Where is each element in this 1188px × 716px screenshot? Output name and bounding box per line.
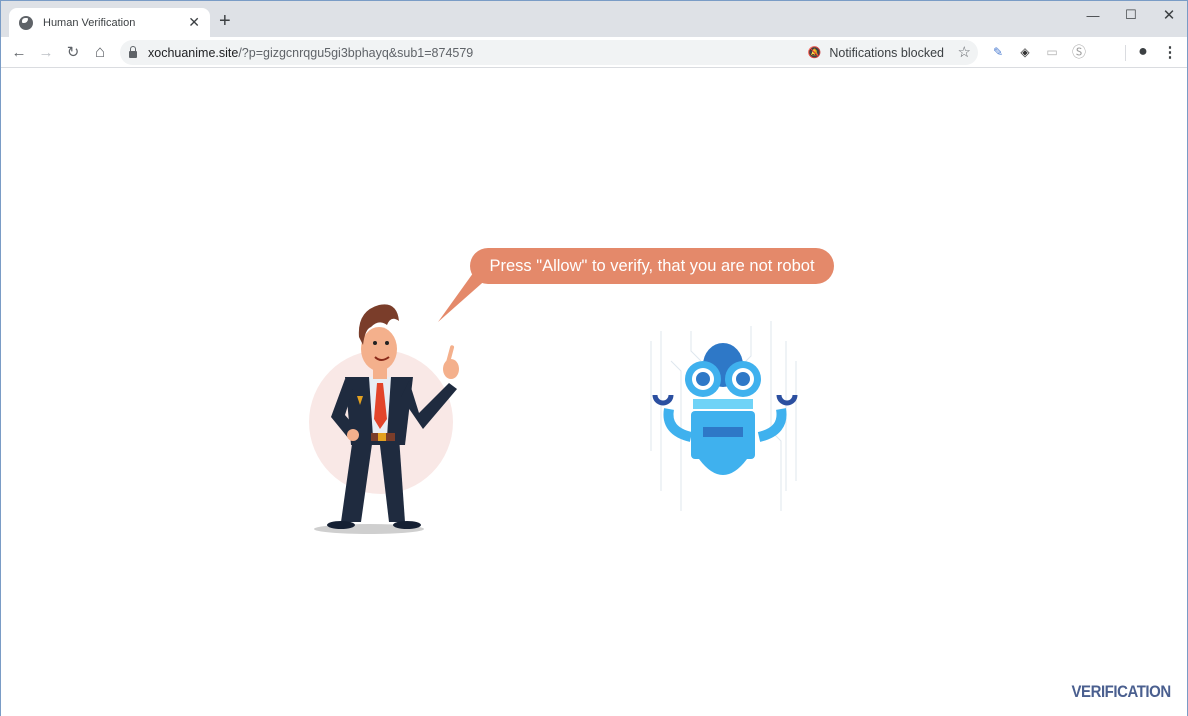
- notifications-blocked-chip[interactable]: 🔕 Notifications blocked: [808, 40, 944, 65]
- tab-human-verification[interactable]: Human Verification ✕: [9, 8, 210, 37]
- tab-title: Human Verification: [43, 16, 136, 29]
- eye-right: [385, 341, 389, 345]
- back-button[interactable]: ←: [8, 41, 30, 63]
- minimize-button[interactable]: —: [1073, 1, 1113, 29]
- url-domain: xochuanime.site: [148, 45, 239, 60]
- belt-buckle: [378, 433, 386, 441]
- tag-extension-icon[interactable]: ▭: [1043, 43, 1061, 61]
- speech-bubble: Press "Allow" to verify, that you are no…: [470, 248, 834, 284]
- reload-button[interactable]: ↻: [62, 41, 84, 63]
- bell-off-icon: 🔕: [807, 47, 822, 59]
- chest-panel: [703, 427, 743, 437]
- toolbar-divider: [1125, 45, 1126, 61]
- s-extension-icon[interactable]: Ⓢ: [1070, 43, 1088, 61]
- title-bar: Human Verification ✕ + — ☐ ✕: [1, 1, 1187, 37]
- right-claw: [776, 394, 798, 406]
- left-pupil: [696, 372, 710, 386]
- home-button[interactable]: ⌂: [89, 41, 111, 63]
- lock-icon: [129, 45, 137, 58]
- left-hand: [347, 429, 359, 441]
- globe-icon: [19, 15, 33, 30]
- robot-illustration: [650, 321, 798, 511]
- address-bar[interactable]: xochuanime.site/?p=gizgcnrqgu5gi3bphayq&…: [120, 40, 978, 65]
- right-hand: [443, 359, 459, 379]
- businessman-illustration: [309, 304, 459, 534]
- profile-icon[interactable]: ●: [1134, 43, 1152, 61]
- verification-logo: VERIFICATION: [1071, 682, 1172, 701]
- right-shoe: [393, 521, 421, 529]
- browser-window: Human Verification ✕ + — ☐ ✕ ← → ↻ ⌂ xoc…: [0, 0, 1188, 716]
- toolbar: ← → ↻ ⌂ xochuanime.site/?p=gizgcnrqgu5gi…: [1, 37, 1187, 68]
- maximize-button[interactable]: ☐: [1111, 1, 1151, 29]
- diamond-extension-icon[interactable]: ◈: [1016, 43, 1034, 61]
- face: [361, 327, 397, 371]
- bookmark-star-icon[interactable]: ☆: [958, 43, 971, 61]
- left-arm: [663, 408, 693, 442]
- right-arm: [757, 408, 787, 442]
- left-claw: [652, 394, 674, 406]
- base: [699, 459, 747, 475]
- tab-close-icon[interactable]: ✕: [188, 14, 200, 31]
- notifications-blocked-label: Notifications blocked: [829, 45, 944, 60]
- new-tab-button[interactable]: +: [219, 11, 231, 31]
- neck-band: [693, 399, 753, 409]
- page-content: Press "Allow" to verify, that you are no…: [1, 69, 1187, 716]
- eye-left: [373, 341, 377, 345]
- forward-button[interactable]: →: [35, 41, 57, 63]
- url-path: /?p=gizgcnrqgu5gi3bphayq&sub1=874579: [238, 45, 474, 60]
- url-text[interactable]: xochuanime.site/?p=gizgcnrqgu5gi3bphayq&…: [148, 46, 473, 60]
- right-pupil: [736, 372, 750, 386]
- left-shoe: [327, 521, 355, 529]
- notes-extension-icon[interactable]: ✎: [989, 43, 1007, 61]
- close-window-button[interactable]: ✕: [1149, 1, 1188, 29]
- menu-icon[interactable]: ⋮: [1161, 43, 1179, 61]
